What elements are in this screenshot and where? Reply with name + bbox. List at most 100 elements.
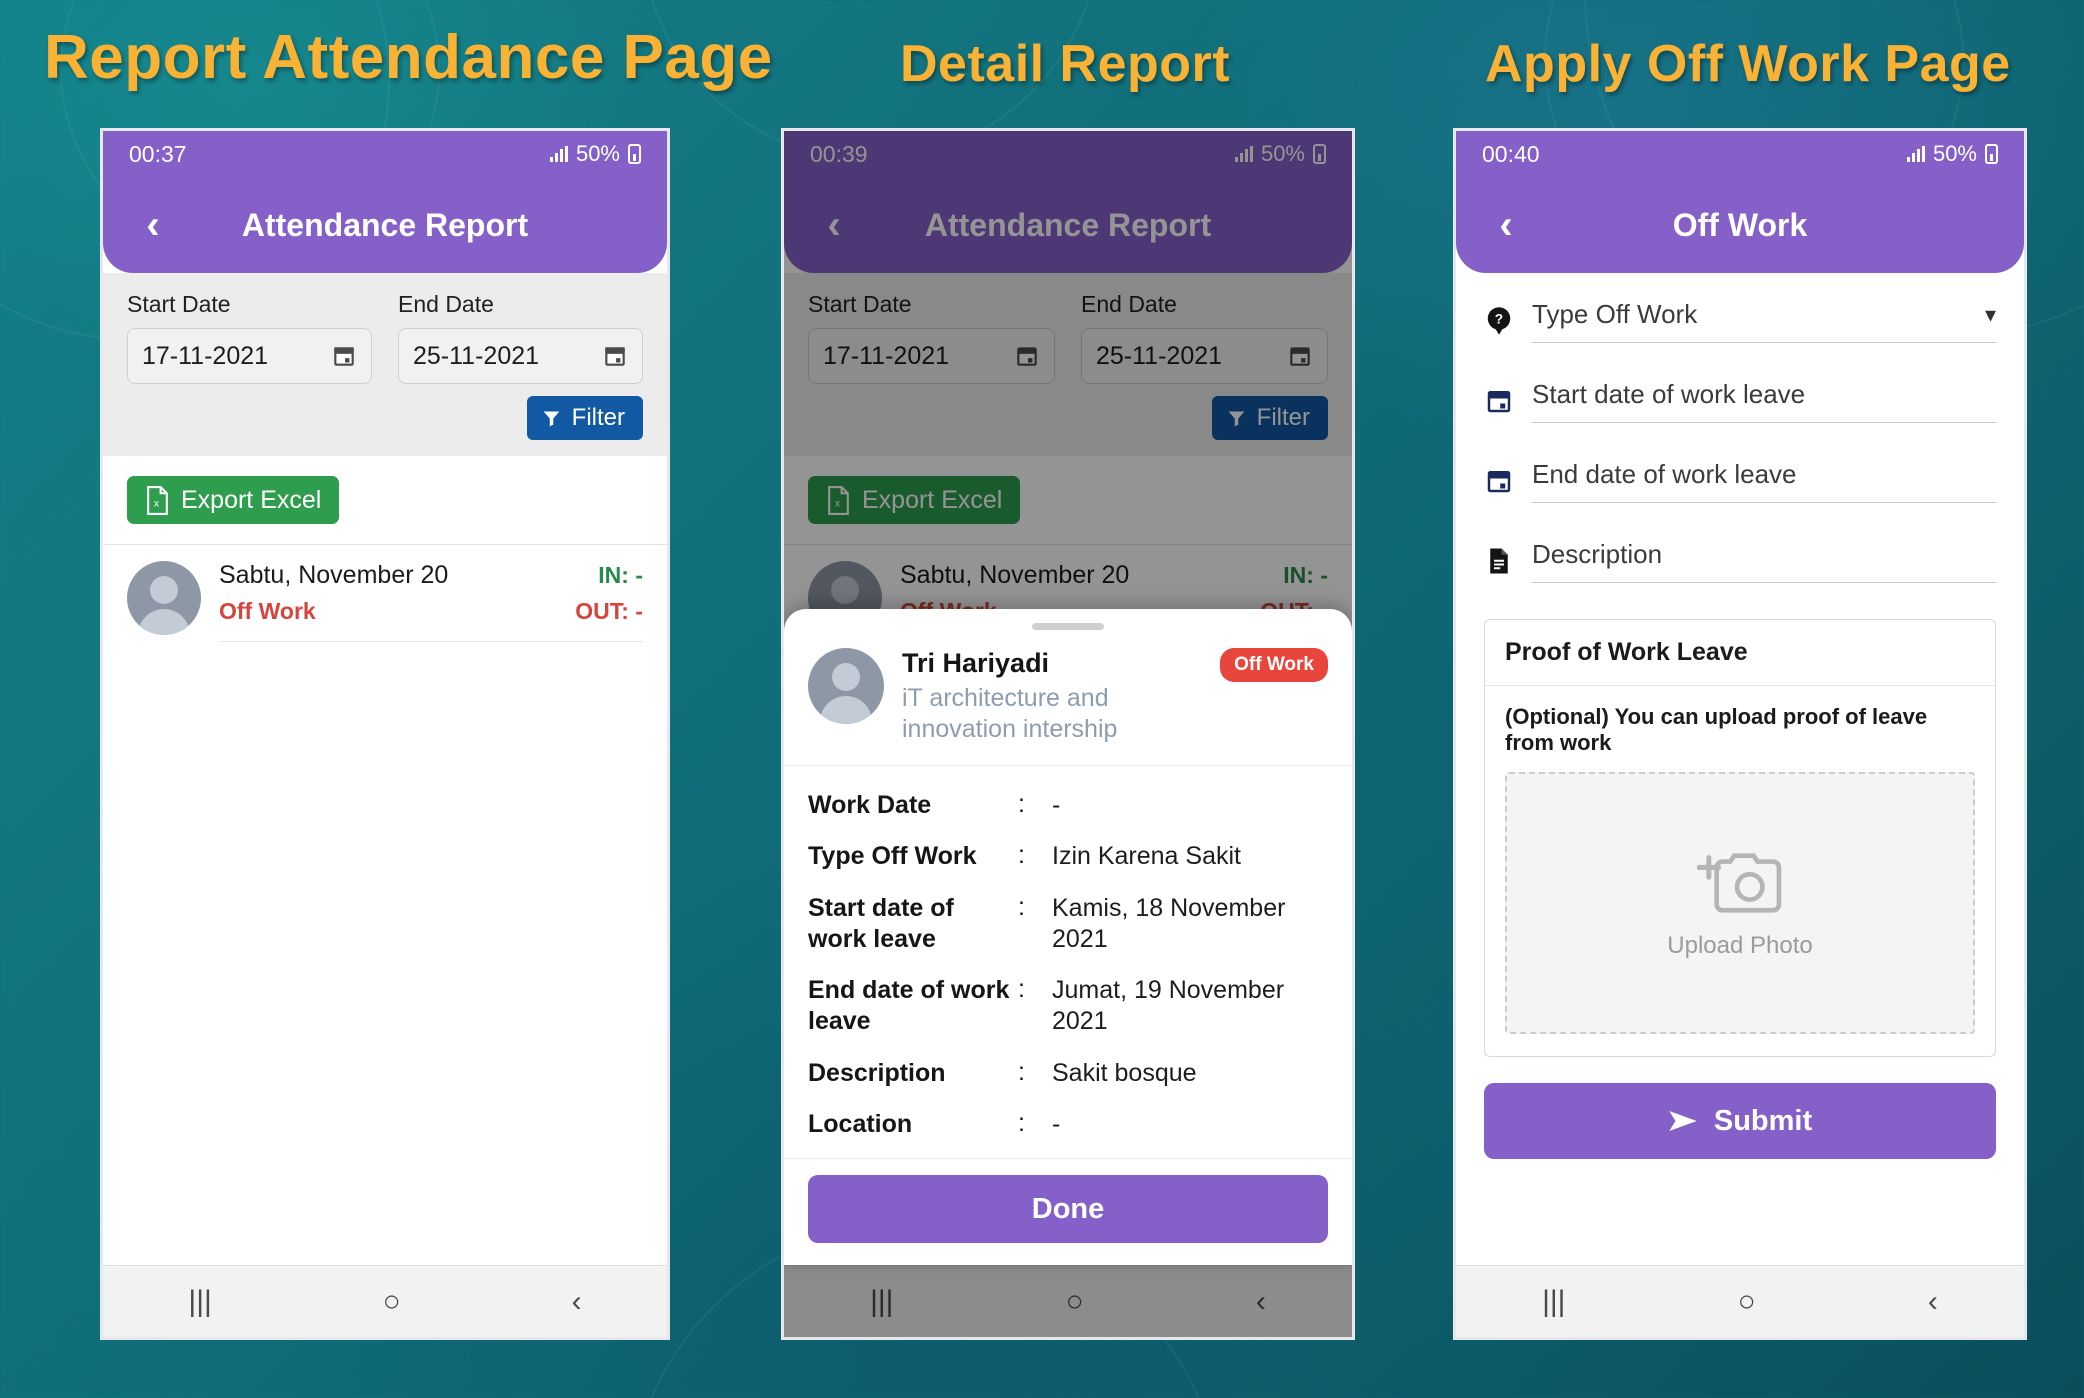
person-role: iT architecture and innovation intership [902,683,1118,743]
start-date-group: Start Date 17-11-2021 [127,291,372,384]
end-date-value: 25-11-2021 [1096,341,1223,370]
description-placeholder: Description [1532,539,1663,569]
back-icon[interactable]: ‹ [1256,1286,1266,1317]
heading-report-attendance: Report Attendance Page [44,23,773,92]
heading-apply-off-work: Apply Off Work Page [1485,35,2011,93]
detail-colon: : [1018,1057,1025,1086]
chevron-left-icon[interactable]: ‹ [1476,205,1536,245]
attendance-in: IN: - [1283,562,1328,589]
end-date-label: End Date [398,291,494,317]
back-icon[interactable]: ‹ [572,1286,582,1317]
calendar-icon[interactable] [1287,343,1313,369]
filter-panel: Start Date 17-11-2021 End Date 25-11-202… [784,273,1352,456]
user-avatar-icon [808,647,884,724]
status-time: 00:40 [1482,140,1540,167]
detail-colon: : [1018,841,1025,870]
start-date-input[interactable]: 17-11-2021 [127,328,372,384]
back-icon[interactable]: ‹ [1928,1286,1938,1317]
submit-button[interactable]: Submit [1484,1083,1996,1159]
in-label: IN: [598,562,629,588]
recents-icon[interactable]: ||| [188,1286,211,1317]
status-bar: 00:40 50% [1456,131,2024,177]
status-bar: 00:39 50% [784,131,1352,177]
detail-label: Work Date [808,791,932,819]
status-bar: 00:37 50% [103,131,667,177]
detail-label: End date of work leave [808,976,1010,1036]
battery-icon [1313,144,1326,164]
attendance-row[interactable]: Sabtu, November 20 IN: - Off Work OUT: - [103,545,667,642]
attendance-out: OUT: - [575,598,643,625]
export-excel-button[interactable]: x Export Excel [127,476,340,524]
app-bar: ‹ Off Work [1456,177,2024,273]
chevron-left-icon[interactable]: ‹ [804,205,864,245]
end-date-input[interactable]: 25-11-2021 [1081,328,1328,384]
detail-label: Description [808,1058,946,1087]
field-end-date[interactable]: End date of work leave [1484,459,1996,513]
calendar-icon[interactable] [331,343,357,369]
detail-row: End date of work leave : Jumat, 19 Novem… [808,965,1328,1048]
app-bar: ‹ Attendance Report [784,177,1352,273]
calendar-icon [1487,391,1511,413]
page-title: Attendance Report [241,206,529,243]
phone-report-attendance: 00:37 50% ‹ Attendance Report Start Date… [100,128,670,1340]
upload-photo-dropzone[interactable]: Upload Photo [1505,772,1975,1034]
chevron-down-icon[interactable]: ▾ [1985,302,1996,328]
field-type-off-work[interactable]: ? Type Off Work ▾ [1484,299,1996,353]
recents-icon[interactable]: ||| [870,1286,893,1317]
end-date-value: 25-11-2021 [413,341,540,370]
android-nav-bar: ||| ○ ‹ [784,1265,1352,1337]
detail-row: Location : - [808,1099,1328,1150]
end-date-group: End Date 25-11-2021 [398,291,643,384]
export-excel-button[interactable]: x Export Excel [808,476,1021,524]
battery-icon [1985,144,1998,164]
done-button[interactable]: Done [808,1175,1328,1243]
detail-colon: : [1018,975,1025,1003]
attendance-in: IN: - [598,562,643,589]
user-avatar-icon [127,561,201,635]
start-date-input[interactable]: 17-11-2021 [808,328,1055,384]
in-value: - [1320,562,1328,588]
detail-row: Type Off Work : Izin Karena Sakit [808,831,1328,882]
detail-row: Work Date : - [808,780,1328,831]
detail-colon: : [1018,790,1025,818]
detail-value: Sakit bosque [1052,1058,1197,1087]
off-work-form: ? Type Off Work ▾ Start date of work lea… [1456,273,2024,1265]
help-circle-icon: ? [1487,307,1511,335]
field-description[interactable]: Description [1484,539,1996,593]
off-work-badge: Off Work [1220,647,1328,682]
field-start-date[interactable]: Start date of work leave [1484,379,1996,433]
calendar-icon [1487,471,1511,493]
svg-text:x: x [835,498,841,509]
export-excel-label: Export Excel [181,485,322,514]
section-headings: Report Attendance Page Detail Report App… [0,0,2084,128]
chevron-left-icon[interactable]: ‹ [123,205,183,245]
detail-colon: : [1018,892,1025,921]
sheet-header: Tri Hariyadi iT architecture and innovat… [784,636,1352,766]
filter-button[interactable]: Filter [1211,396,1328,440]
in-label: IN: [1283,562,1314,588]
end-date-input[interactable]: 25-11-2021 [398,328,643,384]
calendar-icon[interactable] [1014,343,1040,369]
proof-card-title: Proof of Work Leave [1485,620,1995,686]
filter-button[interactable]: Filter [526,396,643,440]
home-icon[interactable]: ○ [1738,1286,1756,1317]
export-bar: x Export Excel [784,456,1352,545]
detail-value: Kamis, 18 November 2021 [1052,893,1286,953]
detail-value: Izin Karena Sakit [1052,842,1241,871]
home-icon[interactable]: ○ [1066,1286,1084,1317]
excel-file-icon: x [828,485,849,515]
start-date-group: Start Date 17-11-2021 [808,291,1055,384]
home-icon[interactable]: ○ [383,1286,401,1317]
status-badge: Off Work [219,598,316,624]
recents-icon[interactable]: ||| [1542,1286,1565,1317]
app-bar: ‹ Attendance Report [103,177,667,273]
detail-row: Description : Sakit bosque [808,1048,1328,1099]
sheet-drag-handle[interactable] [1032,622,1104,630]
calendar-icon[interactable] [602,343,628,369]
detail-label: Start date of work leave [808,893,954,953]
signal-bars-icon [1906,146,1925,162]
detail-label: Location [808,1109,913,1138]
start-date-value: 17-11-2021 [142,341,269,370]
svg-text:?: ? [1495,312,1503,327]
detail-value: Jumat, 19 November 2021 [1052,976,1285,1036]
